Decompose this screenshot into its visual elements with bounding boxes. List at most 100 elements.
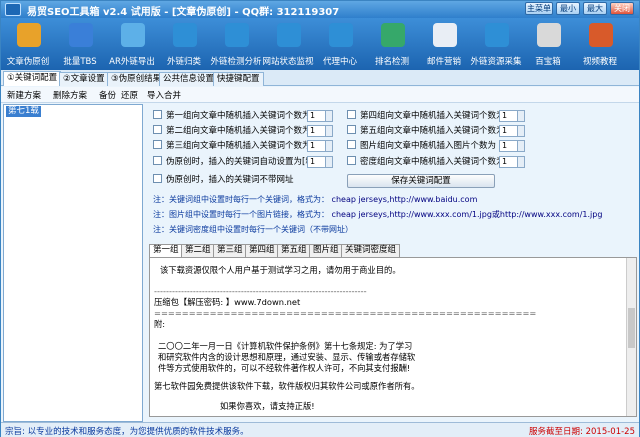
close-button[interactable]: 关闭 xyxy=(610,2,634,15)
main-menu-button[interactable]: 主菜单 xyxy=(525,2,553,15)
toolbar-button-9[interactable]: 邮件营销 xyxy=(423,21,465,69)
toolbar-label: AR外链导出 xyxy=(109,57,155,67)
spinner-arrows-icon[interactable] xyxy=(325,141,332,151)
toolbar-button-1[interactable]: 文章伪原创 xyxy=(7,21,49,69)
toolbar-button-10[interactable]: 外链资源采集 xyxy=(470,21,522,69)
tab-rewrite-result[interactable]: ③伪原创结果 xyxy=(107,72,166,86)
globe-proxy-icon xyxy=(329,23,353,47)
save-keyword-config-button[interactable]: 保存关键词配置 xyxy=(347,174,495,188)
group1-checkbox[interactable] xyxy=(153,110,162,119)
bold-count-spinner[interactable]: 1 xyxy=(307,156,333,168)
option-bold-keywords[interactable]: 伪原创时，插入的关键词自动设置为[粗体] xyxy=(153,156,326,168)
title-bar[interactable]: 易贸SEO工具箱 v2.4 试用版 - [文章伪原创] - QQ群: 31211… xyxy=(1,1,639,18)
tab-group3[interactable]: 第三组 xyxy=(213,244,247,257)
toolbar-button-6[interactable]: 网站状态监视 xyxy=(262,21,314,69)
option-density-group[interactable]: 密度组向文章中随机插入关键词个数为 xyxy=(347,156,505,168)
image-group-checkbox[interactable] xyxy=(347,140,356,149)
keyword-text-editor[interactable]: 该下载资源仅限个人用户基于测试学习之用，请勿用于商业目的。 ----------… xyxy=(149,257,637,417)
spinner-arrows-icon[interactable] xyxy=(517,111,524,121)
toolbar-label: 外链资源采集 xyxy=(470,57,522,67)
toolbox-icon xyxy=(537,23,561,47)
spinner-arrows-icon[interactable] xyxy=(517,157,524,167)
minimize-button[interactable]: 最小 xyxy=(556,2,580,15)
option-group1[interactable]: 第一组向文章中随机插入关键词个数为 xyxy=(153,110,311,122)
density-group-checkbox[interactable] xyxy=(347,156,356,165)
spinner-arrows-icon[interactable] xyxy=(325,157,332,167)
spinner-arrows-icon[interactable] xyxy=(517,126,524,136)
tab-group4[interactable]: 第四组 xyxy=(245,244,279,257)
toolbar-label: 排名检测 xyxy=(374,57,409,67)
new-scheme-button[interactable]: 新建方案 xyxy=(7,89,41,101)
group2-checkbox[interactable] xyxy=(153,125,162,134)
option-group5[interactable]: 第五组向文章中随机插入关键词个数为 xyxy=(347,125,505,137)
scheme-list[interactable]: 第七1载 xyxy=(3,104,143,422)
group4-count-spinner[interactable]: 1 xyxy=(499,110,525,122)
toolbar-button-2[interactable]: 批量TBS xyxy=(59,21,101,69)
toolbar-button-12[interactable]: 视频教程 xyxy=(579,21,621,69)
tab-shortcut-config[interactable]: 快捷键配置 xyxy=(213,72,264,86)
delete-scheme-button[interactable]: 删除方案 xyxy=(53,89,87,101)
density-count-spinner[interactable]: 1 xyxy=(499,156,525,168)
tab-keyword-config[interactable]: ①关键词配置 xyxy=(3,71,62,86)
group5-count-spinner[interactable]: 1 xyxy=(499,125,525,137)
editor-scrollbar[interactable] xyxy=(626,258,636,416)
no-url-checkbox[interactable] xyxy=(153,174,162,183)
monitor-icon xyxy=(121,23,145,47)
toolbar-button-4[interactable]: 外链归类 xyxy=(163,21,205,69)
spinner-arrows-icon[interactable] xyxy=(325,126,332,136)
group3-checkbox[interactable] xyxy=(153,140,162,149)
toolbar-button-5[interactable]: 外链检测分析 xyxy=(210,21,262,69)
tab-image-group[interactable]: 图片组 xyxy=(309,244,343,257)
spinner-arrows-icon[interactable] xyxy=(517,141,524,151)
globe-icon xyxy=(173,23,197,47)
text-line: 附: xyxy=(154,319,166,329)
note-density-format: 注：关键词密度组中设置时每行一个关键词（不带网址） xyxy=(153,225,353,234)
bar-chart-icon xyxy=(381,23,405,47)
toolbar-button-3[interactable]: AR外链导出 xyxy=(109,21,155,69)
toolbar-button-8[interactable]: 排名检测 xyxy=(371,21,413,69)
text-line: 件等方式使用软件的，可以不经软件著作权人许可，不向其支付报酬! xyxy=(158,363,411,373)
window-title: 易贸SEO工具箱 v2.4 试用版 - [文章伪原创] - QQ群: 31211… xyxy=(27,7,340,18)
import-merge-button[interactable]: 导入合并 xyxy=(147,89,181,101)
group4-checkbox[interactable] xyxy=(347,110,356,119)
scrollbar-thumb[interactable] xyxy=(628,308,635,348)
toolbar-label: 邮件营销 xyxy=(426,57,461,67)
option-group2[interactable]: 第二组向文章中随机插入关键词个数为 xyxy=(153,125,311,137)
toolbar-label: 网站状态监视 xyxy=(262,57,314,67)
maximize-button[interactable]: 最大 xyxy=(583,2,607,15)
scheme-toolbar: 新建方案 删除方案 备份 还原 导入合并 xyxy=(1,87,639,103)
tab-group2[interactable]: 第二组 xyxy=(181,244,215,257)
list-item[interactable]: 第七1载 xyxy=(6,106,41,117)
tab-group5[interactable]: 第五组 xyxy=(277,244,311,257)
tab-public-info[interactable]: 公共信息设置 xyxy=(159,72,219,86)
group5-checkbox[interactable] xyxy=(347,125,356,134)
option-no-url[interactable]: 伪原创时，插入的关键词不带网址 xyxy=(153,174,294,186)
image-count-spinner[interactable]: 1 xyxy=(499,140,525,152)
option-image-group[interactable]: 图片组向文章中随机插入图片个数为 xyxy=(347,140,496,152)
backup-button[interactable]: 备份 xyxy=(99,89,116,101)
tab-density-group[interactable]: 关键词密度组 xyxy=(341,244,401,257)
group-tabs: 第一组 第二组 第三组 第四组 第五组 图片组 关键词密度组 xyxy=(149,244,637,258)
tab-group1[interactable]: 第一组 xyxy=(149,244,183,258)
tab-article-settings[interactable]: ②文章设置 xyxy=(59,72,109,86)
option-group3[interactable]: 第三组向文章中随机插入关键词个数为 xyxy=(153,140,311,152)
toolbar-button-7[interactable]: 代理中心 xyxy=(319,21,361,69)
text-line: 第七软件园免费提供该软件下载，软件版权归其软件公司或原作者所有。 xyxy=(154,381,420,391)
text-line: 如果你喜欢，请支持正版! xyxy=(220,401,315,411)
spinner-arrows-icon[interactable] xyxy=(325,111,332,121)
group1-count-spinner[interactable]: 1 xyxy=(307,110,333,122)
globe-collect-icon xyxy=(485,23,509,47)
bold-keywords-checkbox[interactable] xyxy=(153,156,162,165)
books-icon xyxy=(17,23,41,47)
restore-button[interactable]: 还原 xyxy=(121,89,138,101)
group2-count-spinner[interactable]: 1 xyxy=(307,125,333,137)
group3-count-spinner[interactable]: 1 xyxy=(307,140,333,152)
app-window: 易贸SEO工具箱 v2.4 试用版 - [文章伪原创] - QQ群: 31211… xyxy=(0,0,640,437)
option-group4[interactable]: 第四组向文章中随机插入关键词个数为 xyxy=(347,110,505,122)
toolbar-button-11[interactable]: 百宝箱 xyxy=(527,21,569,69)
note-keyword-format: 注：关键词组中设置时每行一个关键词，格式为： cheap jerseys,htt… xyxy=(153,195,478,204)
toolbar-label: 批量TBS xyxy=(63,57,97,67)
app-logo-icon xyxy=(5,3,21,16)
text-line: 该下载资源仅限个人用户基于测试学习之用，请勿用于商业目的。 xyxy=(160,265,401,275)
globe-check-icon xyxy=(225,23,249,47)
